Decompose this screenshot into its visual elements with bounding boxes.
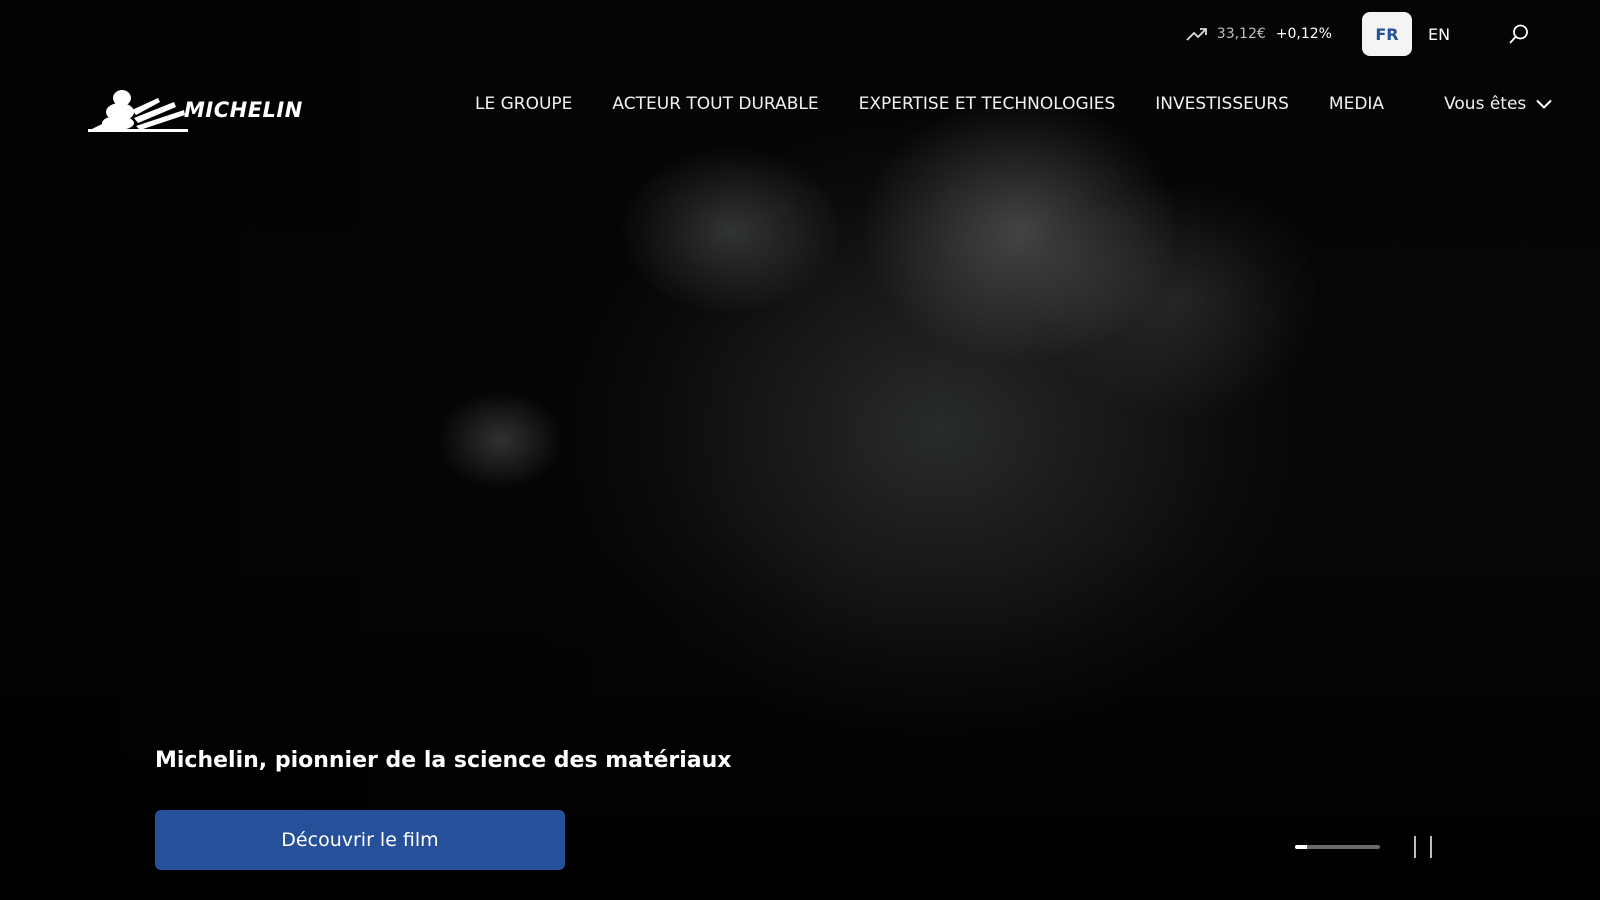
brand-wordmark: MICHELIN — [184, 98, 303, 122]
audience-dropdown-label: Vous êtes — [1444, 94, 1527, 114]
nav-item-expertise-technologies[interactable]: EXPERTISE ET TECHNOLOGIES — [859, 94, 1116, 114]
search-icon[interactable] — [1508, 23, 1530, 45]
pause-icon[interactable] — [1414, 836, 1432, 858]
nav-item-acteur-tout-durable[interactable]: ACTEUR TOUT DURABLE — [612, 94, 818, 114]
nav-item-le-groupe[interactable]: LE GROUPE — [475, 94, 572, 114]
stock-ticker[interactable]: 33,12€ +0,12% — [1186, 26, 1332, 42]
slide-progress-fill — [1295, 845, 1307, 849]
main-nav: LE GROUPE ACTEUR TOUT DURABLE EXPERTISE … — [475, 94, 1552, 114]
hero-headline: Michelin, pionnier de la science des mat… — [155, 748, 732, 773]
utility-bar: 33,12€ +0,12% FR EN — [1186, 12, 1540, 56]
bibendum-icon — [88, 90, 188, 132]
slide-progress-bar[interactable] — [1295, 845, 1380, 849]
nav-item-investisseurs[interactable]: INVESTISSEURS — [1155, 94, 1289, 114]
lang-en-button[interactable]: EN — [1414, 12, 1464, 56]
audience-dropdown[interactable]: Vous êtes — [1444, 94, 1552, 114]
lang-fr-button[interactable]: FR — [1362, 12, 1412, 56]
nav-item-media[interactable]: MEDIA — [1329, 94, 1384, 114]
chevron-down-icon — [1536, 99, 1552, 109]
michelin-logo[interactable]: MICHELIN — [88, 88, 320, 132]
trend-up-icon — [1186, 28, 1207, 41]
stock-price: 33,12€ — [1216, 26, 1266, 42]
discover-film-button[interactable]: Découvrir le film — [155, 810, 565, 870]
stock-change: +0,12% — [1275, 26, 1332, 42]
